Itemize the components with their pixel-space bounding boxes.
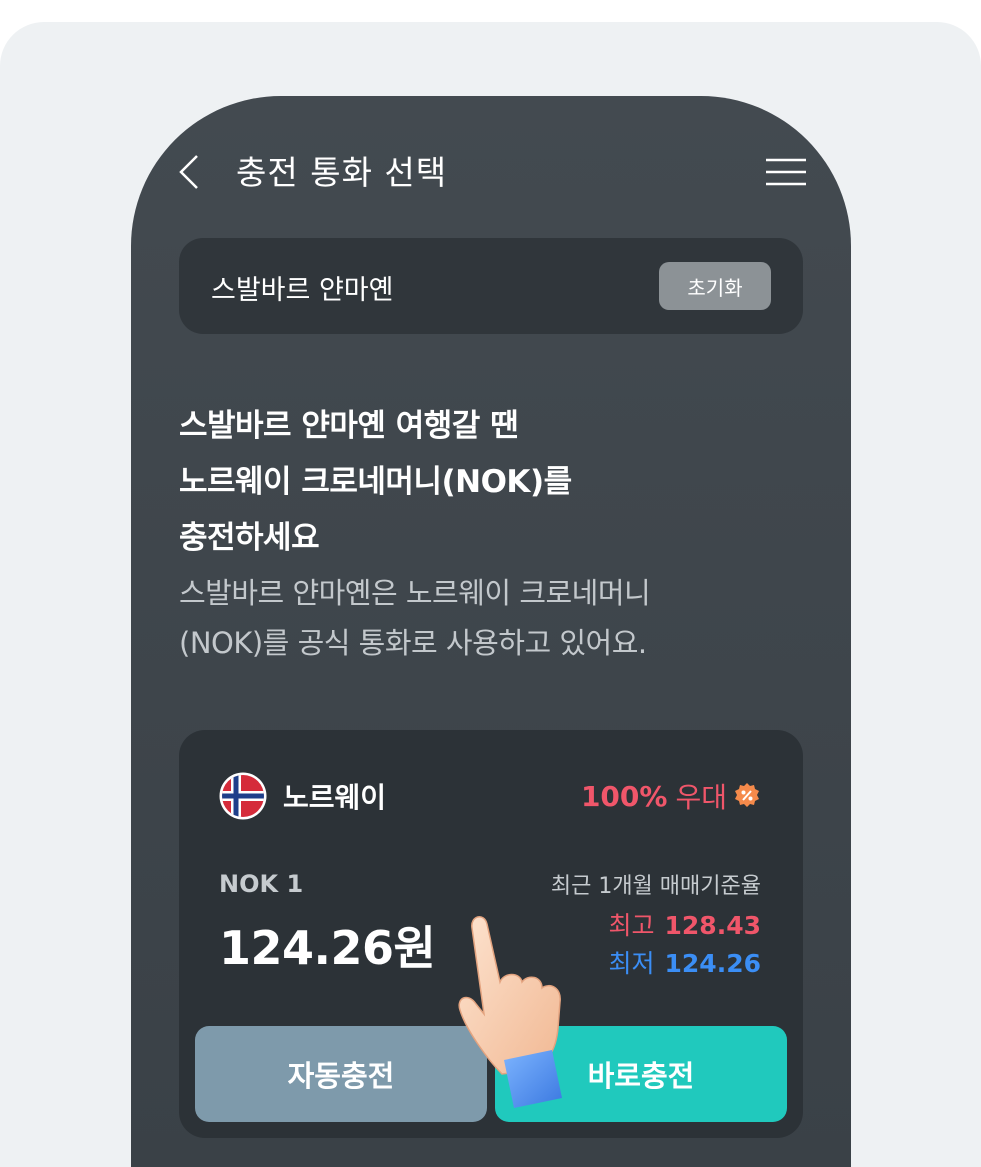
page-title: 충전 통화 선택 [236, 153, 448, 192]
rate-high-value: 128.43 [664, 911, 761, 940]
rate-low: 최저 124.26 [609, 944, 762, 980]
rate-low-value: 124.26 [664, 949, 761, 978]
rate-high: 최고 128.43 [609, 906, 762, 942]
back-arrow-icon[interactable] [175, 152, 205, 192]
currency-unit: NOK 1 [219, 870, 304, 898]
discount-rate: 100% [580, 779, 668, 813]
search-input[interactable]: 스발바르 얀마옌 초기화 [179, 238, 803, 334]
headline-line: 충전하세요 [179, 520, 320, 556]
reset-button[interactable]: 초기화 [659, 262, 771, 310]
description-line: 스발바르 얀마옌은 노르웨이 크로네머니 [179, 576, 651, 610]
pointing-hand-icon [458, 916, 562, 1108]
rate-high-label: 최고 [608, 911, 655, 940]
app-header: 충전 통화 선택 [131, 96, 851, 246]
menu-icon[interactable] [766, 158, 806, 186]
description: 스발바르 얀마옌은 노르웨이 크로네머니 (NOK)를 공식 통화로 사용하고 … [179, 568, 651, 668]
rate-low-label: 최저 [608, 949, 655, 978]
country-name: 노르웨이 [283, 781, 387, 814]
headline: 스발바르 얀마옌 여행갈 땐 노르웨이 크로네머니(NOK)를 충전하세요 [179, 398, 572, 566]
rate-caption: 최근 1개월 매매기준율 [550, 874, 761, 899]
discount-info: 100% 우대 [581, 776, 761, 816]
discount-label: 우대 [675, 781, 727, 814]
headline-line: 스발바르 얀마옌 여행갈 땐 [179, 408, 519, 444]
exchange-price: 124.26원 [219, 921, 436, 975]
norway-flag-icon [219, 772, 267, 820]
headline-line: 노르웨이 크로네머니(NOK)를 [179, 464, 572, 500]
discount-badge-icon [735, 783, 759, 807]
description-line: (NOK)를 공식 통화로 사용하고 있어요. [179, 626, 647, 660]
search-value: 스발바르 얀마옌 [211, 275, 394, 306]
